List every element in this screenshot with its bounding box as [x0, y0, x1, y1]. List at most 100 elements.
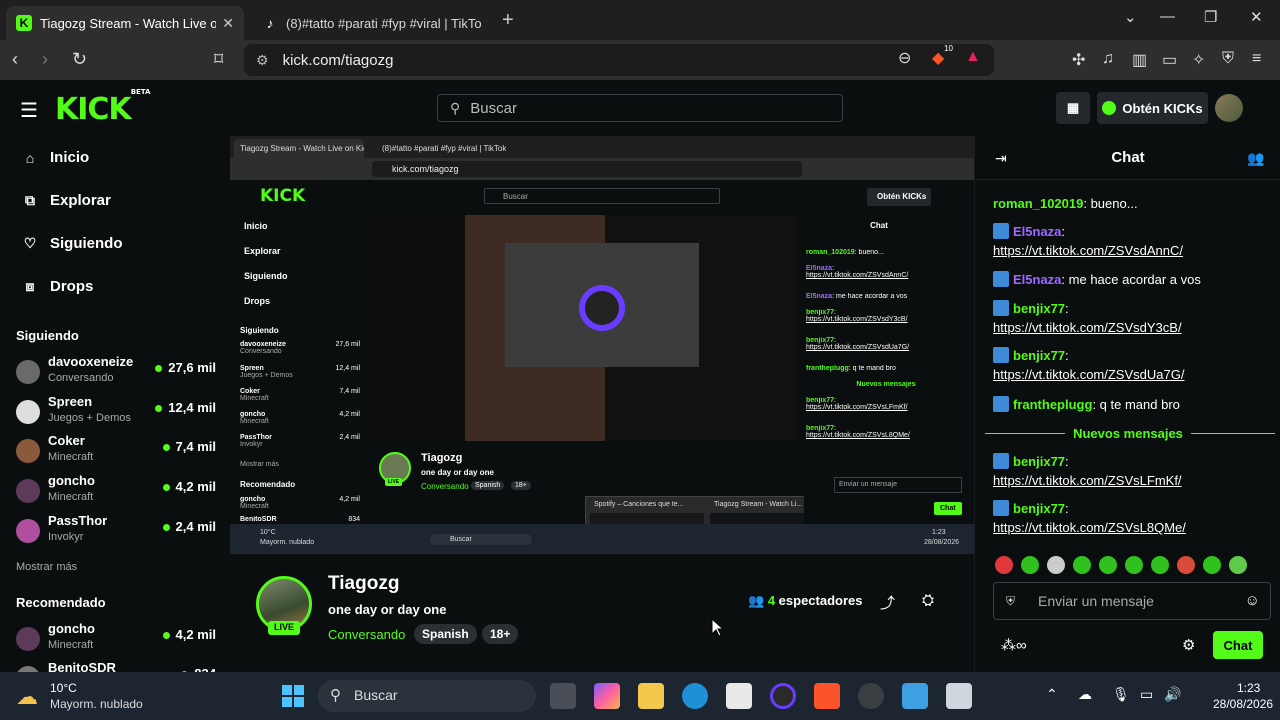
chat-username[interactable]: frantheplugg — [1013, 397, 1092, 412]
emoji-icon[interactable]: ☺ — [1245, 592, 1260, 609]
copilot-icon[interactable] — [594, 683, 620, 709]
dashboard-button[interactable]: ▦ — [1056, 92, 1090, 124]
tray-chevron-icon[interactable]: ⌃ — [1046, 686, 1058, 703]
sidebar-icon[interactable]: ▥ — [1132, 50, 1147, 70]
taskbar-search[interactable]: ⚲ Buscar — [318, 680, 536, 712]
vpn-icon[interactable]: ⛨ — [1222, 50, 1234, 68]
weather-temp[interactable]: 10°C — [50, 681, 77, 695]
follow-user-icon[interactable]: ⛭ — [922, 592, 934, 609]
channel-item[interactable]: goncho Minecraft 4,2 mil — [16, 621, 216, 661]
bookmark-icon[interactable]: ⌑ — [214, 49, 223, 70]
clock-date[interactable]: 28/08/2026 — [1213, 697, 1273, 711]
tab-kick[interactable]: K Tiagozg Stream - Watch Live on Kick ✕ — [6, 6, 244, 40]
sidebar-item-inicio[interactable]: ⌂ Inicio — [22, 149, 89, 166]
channel-item[interactable]: PassThor Invokyr 2,4 mil — [16, 513, 216, 553]
emote-icon[interactable] — [995, 556, 1013, 574]
close-window-icon[interactable]: ✕ — [1250, 8, 1263, 26]
brave-rewards-icon[interactable]: ▲ — [965, 48, 981, 66]
send-chat-button[interactable]: Chat — [1213, 631, 1263, 659]
microphone-icon[interactable]: 🎙 — [1112, 686, 1130, 703]
brave-shields-icon[interactable]: ◆ — [932, 48, 944, 68]
hamburger-menu-icon[interactable]: ☰ — [20, 98, 38, 123]
channel-item[interactable]: BenitoSDR 834 — [16, 660, 216, 672]
chat-link[interactable]: https://vt.tiktok.com/ZSVsLFmKf/ — [993, 473, 1182, 488]
chat-username[interactable]: benjix77 — [1013, 454, 1065, 469]
reload-icon[interactable]: ↻ — [72, 49, 87, 70]
emote-icon[interactable] — [1073, 556, 1091, 574]
video-player[interactable]: Tiagozg Stream - Watch Live on Kick (8)#… — [230, 136, 974, 554]
chat-username[interactable]: benjix77 — [1013, 501, 1065, 516]
weather-desc[interactable]: Mayorm. nublado — [50, 697, 143, 711]
network-icon[interactable]: ▭ — [1140, 686, 1153, 703]
chat-link[interactable]: https://vt.tiktok.com/ZSVsL8QMe/ — [993, 520, 1186, 535]
forward-icon[interactable]: › — [42, 49, 48, 70]
emote-icon[interactable] — [1203, 556, 1221, 574]
file-explorer-icon[interactable] — [638, 683, 664, 709]
emote-icon[interactable] — [1229, 556, 1247, 574]
tab-tiktok[interactable]: ♪ (8)#tatto #parati #fyp #viral | TikTok — [252, 6, 492, 40]
back-icon[interactable]: ‹ — [12, 49, 18, 70]
emote-icon[interactable] — [1151, 556, 1169, 574]
tag-18plus[interactable]: 18+ — [482, 624, 519, 644]
weather-cloud-icon[interactable]: ☁ — [16, 684, 38, 710]
show-more-link[interactable]: Mostrar más — [16, 561, 77, 573]
chat-link[interactable]: https://vt.tiktok.com/ZSVsdAnnC/ — [993, 243, 1183, 258]
wallet-icon[interactable]: ▭ — [1162, 50, 1177, 70]
emote-icon[interactable] — [1177, 556, 1195, 574]
chat-username[interactable]: benjix77 — [1013, 301, 1065, 316]
emote-icon[interactable] — [1099, 556, 1117, 574]
task-view-icon[interactable] — [550, 683, 576, 709]
streamer-name[interactable]: Tiagozg — [328, 573, 399, 595]
leo-icon[interactable]: ✧ — [1192, 50, 1205, 70]
emote-icon[interactable] — [1125, 556, 1143, 574]
windows-start-icon[interactable] — [282, 685, 304, 707]
search-input[interactable]: ⚲ Buscar — [437, 94, 843, 122]
new-tab-icon[interactable]: + — [502, 9, 514, 32]
maximize-icon[interactable]: ❐ — [1204, 8, 1217, 26]
chat-username[interactable]: El5naza — [1013, 272, 1061, 287]
menu-icon[interactable]: ≡ — [1252, 50, 1261, 68]
close-tab-icon[interactable]: ✕ — [222, 15, 234, 32]
channel-item[interactable]: Coker Minecraft 7,4 mil — [16, 433, 216, 473]
settings-gear-icon[interactable]: ⚙ — [1182, 636, 1195, 654]
get-kicks-button[interactable]: Obtén KICKs — [1097, 92, 1208, 124]
edge-icon[interactable] — [682, 683, 708, 709]
chat-username[interactable]: El5naza — [1013, 224, 1061, 239]
obs-icon[interactable] — [770, 683, 796, 709]
brave-icon[interactable] — [814, 683, 840, 709]
clock-time[interactable]: 1:23 — [1237, 681, 1260, 695]
extensions-icon[interactable]: ✣ — [1072, 50, 1085, 70]
chat-link[interactable]: https://vt.tiktok.com/ZSVsdUa7G/ — [993, 367, 1184, 382]
chat-username[interactable]: benjix77 — [1013, 348, 1065, 363]
sidebar-item-drops[interactable]: ⧈ Drops — [22, 278, 94, 295]
chat-username[interactable]: roman_102019 — [993, 196, 1083, 211]
sidebar-item-explorar[interactable]: ⧉ Explorar — [22, 192, 111, 209]
emote-icon[interactable] — [1021, 556, 1039, 574]
store-icon[interactable] — [726, 683, 752, 709]
photos-icon[interactable] — [902, 683, 928, 709]
channel-item[interactable]: Spreen Juegos + Demos 12,4 mil — [16, 394, 216, 434]
zoom-icon[interactable]: ⊖ — [898, 48, 911, 68]
share-icon[interactable]: ⤴ — [880, 592, 895, 613]
chat-users-icon[interactable]: 👥 — [1247, 150, 1264, 167]
app-record-icon[interactable] — [858, 683, 884, 709]
tab-search-icon[interactable]: ⌄ — [1124, 8, 1137, 26]
kick-logo[interactable]: KICKBETA — [55, 88, 150, 127]
kicks-icon[interactable]: ⁂∞ — [1001, 636, 1027, 654]
tag-spanish[interactable]: Spanish — [414, 624, 477, 644]
chat-link[interactable]: https://vt.tiktok.com/ZSVsdY3cB/ — [993, 320, 1182, 335]
emote-icon[interactable] — [1047, 556, 1065, 574]
stream-category[interactable]: Conversando — [328, 627, 405, 642]
calculator-icon[interactable] — [946, 683, 972, 709]
channel-item[interactable]: davooxeneize Conversando 27,6 mil — [16, 354, 216, 394]
minimize-icon[interactable]: — — [1160, 8, 1175, 25]
user-avatar[interactable] — [1215, 94, 1243, 122]
channel-item[interactable]: goncho Minecraft 4,2 mil — [16, 473, 216, 513]
media-icon[interactable]: ♫ — [1102, 50, 1114, 68]
onedrive-icon[interactable]: ☁ — [1078, 686, 1092, 703]
site-info-icon[interactable]: ⚙ — [256, 52, 269, 69]
sidebar-item-siguiendo[interactable]: ♡ Siguiendo — [22, 235, 123, 252]
volume-icon[interactable]: 🔊 — [1164, 686, 1181, 703]
url-bar[interactable]: ⚙ kick.com/tiagozg — [244, 44, 994, 76]
chat-input[interactable]: ⛨ Enviar un mensaje ☺ — [993, 582, 1271, 620]
